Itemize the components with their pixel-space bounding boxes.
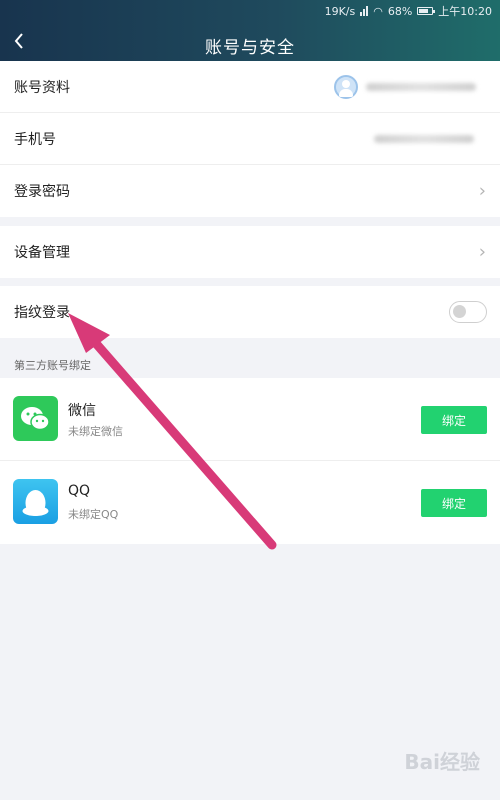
fingerprint-toggle[interactable] <box>449 301 487 323</box>
device-management-label: 设备管理 <box>14 245 70 261</box>
status-bar: 19K/s ◠ 68% 上午10:20 <box>325 3 492 19</box>
fingerprint-login-row: 指纹登录 <box>0 286 500 338</box>
qq-icon <box>13 479 58 524</box>
qq-row: QQ 未绑定QQ 绑定 <box>0 461 500 544</box>
clock: 上午10:20 <box>438 5 492 18</box>
third-party-group: 微信 未绑定微信 绑定 QQ 未绑定QQ 绑定 <box>0 378 500 544</box>
password-label: 登录密码 <box>14 184 70 200</box>
watermark: Bai经验 <box>404 750 480 774</box>
network-speed: 19K/s <box>324 4 356 18</box>
wechat-icon <box>13 396 58 441</box>
avatar <box>334 75 358 99</box>
page-title: 账号与安全 <box>205 38 295 58</box>
device-group: 设备管理 › <box>0 226 500 278</box>
qq-name: QQ <box>68 483 91 499</box>
account-profile-label: 账号资料 <box>14 79 70 96</box>
bind-qq-button[interactable]: 绑定 <box>421 489 487 517</box>
fingerprint-login-label: 指纹登录 <box>14 305 70 321</box>
fingerprint-group: 指纹登录 <box>0 286 500 338</box>
chevron-right-icon: › <box>478 180 486 202</box>
qq-status: 未绑定QQ <box>68 508 119 521</box>
blurred-username <box>366 83 476 91</box>
battery-percent: 68% <box>387 4 413 18</box>
wechat-name: 微信 <box>68 403 96 419</box>
wifi-icon: ◠ <box>373 4 383 18</box>
signal-icon <box>360 6 369 16</box>
account-profile-row[interactable]: 账号资料 <box>0 61 500 113</box>
device-management-row[interactable]: 设备管理 › <box>0 226 500 278</box>
phone-row[interactable]: 手机号 <box>0 113 500 165</box>
blurred-phone <box>374 135 474 143</box>
password-row[interactable]: 登录密码 › <box>0 165 500 217</box>
account-group: 账号资料 手机号 登录密码 › <box>0 61 500 217</box>
wechat-status: 未绑定微信 <box>68 425 123 438</box>
chevron-right-icon: › <box>478 241 486 263</box>
third-party-section-label: 第三方账号绑定 <box>14 359 91 372</box>
wechat-row: 微信 未绑定微信 绑定 <box>0 378 500 461</box>
phone-label: 手机号 <box>14 131 56 148</box>
bind-wechat-button[interactable]: 绑定 <box>421 406 487 434</box>
battery-icon <box>417 7 436 15</box>
app-header: 19K/s ◠ 68% 上午10:20 账号与安全 <box>0 0 500 61</box>
